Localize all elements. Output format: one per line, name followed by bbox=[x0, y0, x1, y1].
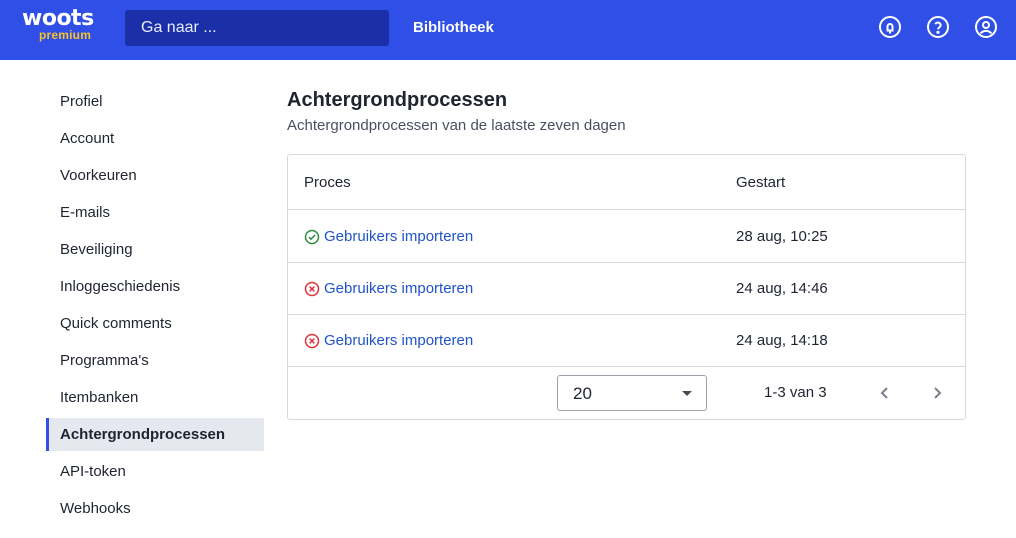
caret-down-icon bbox=[682, 391, 692, 396]
process-link[interactable]: Gebruikers importeren bbox=[324, 332, 473, 350]
sidebar-item-webhooks[interactable]: Webhooks bbox=[46, 490, 264, 527]
bell-icon[interactable] bbox=[878, 15, 902, 39]
help-icon[interactable] bbox=[926, 15, 950, 39]
settings-sidebar: Profiel Account Voorkeuren E-mails Bevei… bbox=[46, 83, 264, 527]
x-circle-icon bbox=[304, 281, 320, 297]
previous-page-button[interactable] bbox=[873, 381, 897, 405]
pagination-range: 1-3 van 3 bbox=[764, 384, 827, 401]
processes-table: Proces Gestart Gebruikers importeren 28 … bbox=[287, 154, 966, 420]
top-navigation-bar: woots premium Ga naar ... Bibliotheek bbox=[0, 0, 1016, 60]
process-link[interactable]: Gebruikers importeren bbox=[324, 228, 473, 246]
woots-logo[interactable]: woots premium bbox=[22, 8, 106, 44]
chevron-right-icon bbox=[934, 387, 942, 399]
table-header: Proces Gestart bbox=[288, 155, 965, 210]
nav-link-library[interactable]: Bibliotheek bbox=[413, 19, 494, 37]
table-row: Gebruikers importeren 24 aug, 14:18 bbox=[288, 315, 965, 367]
started-time: 24 aug, 14:18 bbox=[736, 332, 828, 349]
sidebar-item-programmas[interactable]: Programma's bbox=[46, 342, 264, 379]
next-page-button[interactable] bbox=[925, 381, 949, 405]
account-icon[interactable] bbox=[974, 15, 998, 39]
sidebar-item-beveiliging[interactable]: Beveiliging bbox=[46, 231, 264, 268]
column-header-gestart: Gestart bbox=[736, 174, 786, 191]
logo-wordmark: woots bbox=[22, 6, 94, 31]
check-circle-icon bbox=[304, 229, 320, 245]
sidebar-item-profiel[interactable]: Profiel bbox=[46, 83, 264, 120]
sidebar-item-inloggeschiedenis[interactable]: Inloggeschiedenis bbox=[46, 268, 264, 305]
page-subtitle: Achtergrondprocessen van de laatste zeve… bbox=[287, 117, 626, 134]
search-placeholder: Ga naar ... bbox=[141, 19, 217, 36]
sidebar-item-quick-comments[interactable]: Quick comments bbox=[46, 305, 264, 342]
table-pagination: 20 1-3 van 3 bbox=[288, 367, 965, 419]
page-size-select[interactable]: 20 bbox=[557, 375, 707, 411]
x-circle-icon bbox=[304, 333, 320, 349]
page-title: Achtergrondprocessen bbox=[287, 89, 508, 111]
table-row: Gebruikers importeren 24 aug, 14:46 bbox=[288, 263, 965, 315]
page-size-value: 20 bbox=[573, 384, 592, 403]
sidebar-item-account[interactable]: Account bbox=[46, 120, 264, 157]
sidebar-item-e-mails[interactable]: E-mails bbox=[46, 194, 264, 231]
sidebar-item-achtergrondprocessen[interactable]: Achtergrondprocessen bbox=[46, 418, 264, 451]
sidebar-item-voorkeuren[interactable]: Voorkeuren bbox=[46, 157, 264, 194]
started-time: 24 aug, 14:46 bbox=[736, 280, 828, 297]
chevron-left-icon bbox=[880, 387, 888, 399]
search-input[interactable]: Ga naar ... bbox=[125, 10, 389, 46]
column-header-proces: Proces bbox=[304, 174, 351, 191]
process-link[interactable]: Gebruikers importeren bbox=[324, 280, 473, 298]
logo-premium-label: premium bbox=[39, 28, 92, 42]
table-row: Gebruikers importeren 28 aug, 10:25 bbox=[288, 211, 965, 263]
started-time: 28 aug, 10:25 bbox=[736, 228, 828, 245]
sidebar-item-itembanken[interactable]: Itembanken bbox=[46, 379, 264, 416]
sidebar-item-api-token[interactable]: API-token bbox=[46, 453, 264, 490]
